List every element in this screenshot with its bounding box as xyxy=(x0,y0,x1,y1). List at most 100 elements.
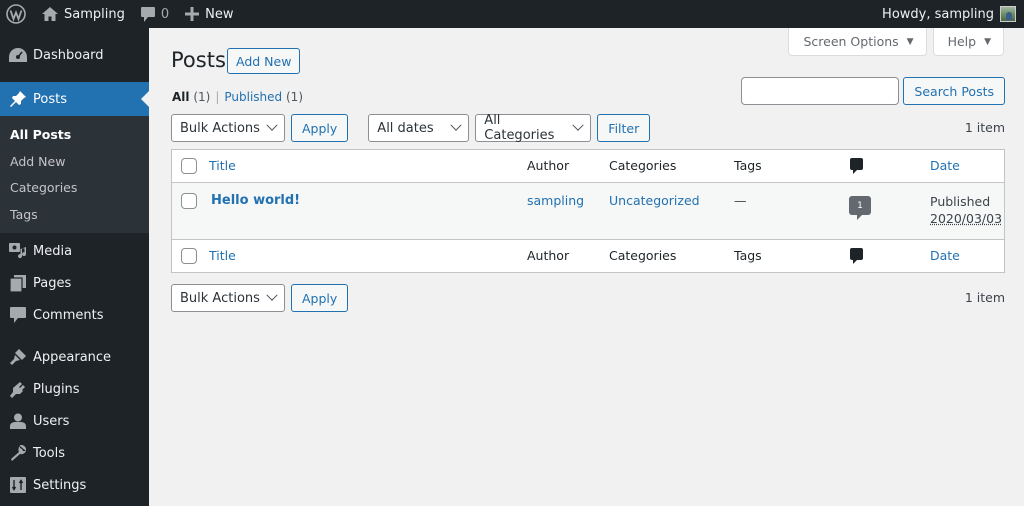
items-count-bottom: 1 item xyxy=(964,290,1005,305)
sidebar-item-comments[interactable]: Comments xyxy=(0,299,149,331)
post-author-link[interactable]: sampling xyxy=(527,193,584,208)
screen-options-button[interactable]: Screen Options ▼ xyxy=(788,28,927,56)
comments-count: 0 xyxy=(160,6,170,22)
column-author-footer: Author xyxy=(527,248,570,263)
view-published-count: (1) xyxy=(286,90,303,104)
plugin-icon xyxy=(8,379,28,399)
wordpress-logo-button[interactable] xyxy=(0,0,34,28)
column-date-footer[interactable]: Date xyxy=(930,248,960,263)
comments-link[interactable]: 0 xyxy=(133,0,177,28)
sidebar-item-appearance[interactable]: Appearance xyxy=(0,341,149,373)
avatar xyxy=(1000,6,1016,22)
select-all-checkbox[interactable] xyxy=(181,158,197,174)
sidebar-label: Users xyxy=(33,413,70,429)
sidebar-item-pages[interactable]: Pages xyxy=(0,267,149,299)
comment-icon xyxy=(850,158,863,174)
table-header-row: Title Author Categories Tags Date xyxy=(172,150,1004,183)
media-icon xyxy=(8,241,28,261)
sidebar-label: Tools xyxy=(33,445,66,461)
category-filter-value: All Categories xyxy=(484,113,555,143)
caret-down-icon: ▼ xyxy=(906,36,914,47)
bulk-actions-value: Bulk Actions xyxy=(180,120,260,136)
help-button[interactable]: Help ▼ xyxy=(932,28,1004,56)
search-input[interactable] xyxy=(741,77,900,105)
column-title-footer[interactable]: Title xyxy=(209,248,236,263)
my-account[interactable]: Howdy, sampling xyxy=(882,6,1024,22)
view-published-label: Published xyxy=(224,90,283,104)
new-content-link[interactable]: New xyxy=(177,0,241,28)
post-title-link[interactable]: Hello world! xyxy=(211,193,300,208)
apply-button-bottom[interactable]: Apply xyxy=(291,284,349,312)
column-comments-footer[interactable] xyxy=(850,248,863,264)
pages-icon xyxy=(8,273,28,293)
user-icon xyxy=(8,411,28,431)
add-new-button[interactable]: Add New xyxy=(227,48,301,74)
row-checkbox[interactable] xyxy=(181,193,197,209)
category-filter-select[interactable]: All Categories xyxy=(475,113,592,143)
home-icon xyxy=(42,7,58,21)
column-date[interactable]: Date xyxy=(930,158,960,173)
site-name-link[interactable]: Sampling xyxy=(34,0,133,28)
divider: | xyxy=(215,90,220,104)
main-content: Screen Options ▼ Help ▼ Posts Add New Al… xyxy=(149,28,1024,506)
date-filter-select[interactable]: All dates xyxy=(368,114,470,142)
plus-icon xyxy=(185,7,200,21)
sidebar-label: Posts xyxy=(33,91,67,107)
chevron-down-icon xyxy=(266,119,278,131)
posts-submenu: All Posts Add New Categories Tags xyxy=(0,116,149,233)
sidebar-item-settings[interactable]: Settings xyxy=(0,469,149,501)
column-tags-footer: Tags xyxy=(734,248,762,263)
view-all[interactable]: All (1) xyxy=(172,90,210,104)
column-author: Author xyxy=(527,158,570,173)
apply-button[interactable]: Apply xyxy=(291,114,349,142)
column-tags: Tags xyxy=(734,158,762,173)
submenu-tags[interactable]: Tags xyxy=(0,202,149,229)
bulk-actions-value: Bulk Actions xyxy=(180,290,260,306)
sidebar-item-posts[interactable]: Posts xyxy=(0,82,149,116)
sidebar-item-users[interactable]: Users xyxy=(0,405,149,437)
post-comment-count[interactable]: 1 xyxy=(849,196,871,220)
sidebar-item-plugins[interactable]: Plugins xyxy=(0,373,149,405)
post-category-link[interactable]: Uncategorized xyxy=(609,193,700,208)
bulk-actions-select-bottom[interactable]: Bulk Actions xyxy=(171,284,285,312)
search-box: Search Posts xyxy=(741,77,1005,105)
new-label: New xyxy=(205,6,234,22)
search-posts-button[interactable]: Search Posts xyxy=(903,77,1005,105)
submenu-all-posts[interactable]: All Posts xyxy=(0,122,149,149)
date-filter-value: All dates xyxy=(377,120,434,136)
column-comments[interactable] xyxy=(850,158,863,174)
sidebar-label: Plugins xyxy=(33,381,80,397)
column-categories: Categories xyxy=(609,158,677,173)
paintbrush-icon xyxy=(8,347,28,367)
settings-icon xyxy=(8,475,28,495)
sidebar-item-tools[interactable]: Tools xyxy=(0,437,149,469)
sidebar-label: Media xyxy=(33,243,73,259)
admin-bar: Sampling 0 New Howdy, sampling xyxy=(0,0,1024,28)
sidebar-item-dashboard[interactable]: Dashboard xyxy=(0,38,149,72)
bulk-actions-select[interactable]: Bulk Actions xyxy=(171,114,285,142)
table-row: Hello world! sampling Uncategorized — 1 … xyxy=(172,183,1004,239)
chevron-down-icon xyxy=(266,289,278,301)
screen-meta-links: Screen Options ▼ Help ▼ xyxy=(788,28,1004,56)
post-status-views: All (1) | Published (1) xyxy=(172,90,303,104)
comment-icon xyxy=(140,6,155,22)
help-label: Help xyxy=(947,34,977,49)
sidebar-item-media[interactable]: Media xyxy=(0,235,149,267)
post-date: Published 2020/03/03 xyxy=(930,193,1002,227)
screen-options-label: Screen Options xyxy=(803,34,899,49)
posts-table: Title Author Categories Tags Date Hello … xyxy=(171,149,1005,273)
table-footer-row: Title Author Categories Tags Date xyxy=(172,239,1004,272)
submenu-categories[interactable]: Categories xyxy=(0,175,149,202)
dashboard-icon xyxy=(8,45,28,65)
sidebar-label: Pages xyxy=(33,275,72,291)
submenu-add-new[interactable]: Add New xyxy=(0,149,149,176)
chevron-down-icon xyxy=(450,119,462,131)
admin-sidebar: Dashboard Posts All Posts Add New Catego… xyxy=(0,28,149,506)
items-count-top: 1 item xyxy=(964,120,1005,135)
column-title[interactable]: Title xyxy=(209,158,236,173)
select-all-checkbox-footer[interactable] xyxy=(181,248,197,264)
column-categories-footer: Categories xyxy=(609,248,677,263)
filter-button[interactable]: Filter xyxy=(597,114,651,142)
view-published[interactable]: Published (1) xyxy=(224,90,303,104)
view-all-count: (1) xyxy=(193,90,211,104)
